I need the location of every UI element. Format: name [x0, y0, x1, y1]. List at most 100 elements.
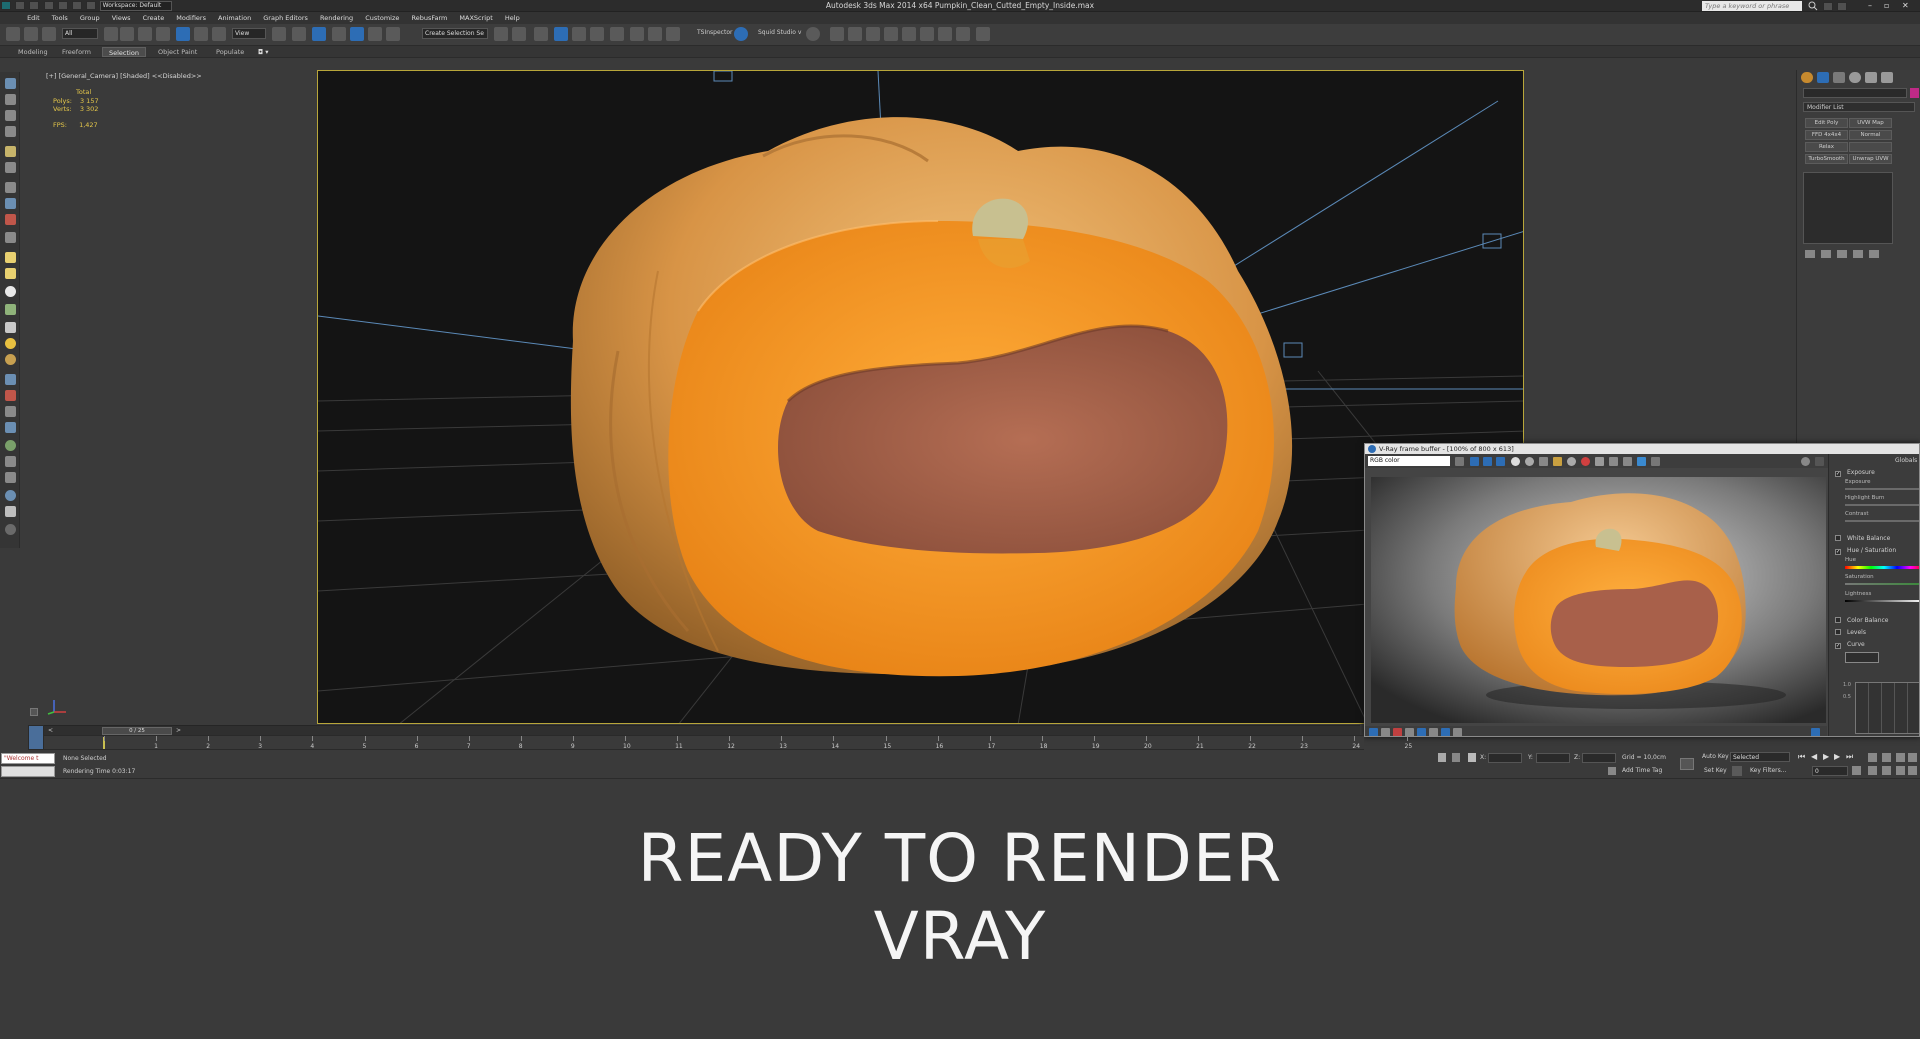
vray-light-icon[interactable] [956, 27, 970, 41]
exposure-slider[interactable] [1845, 488, 1919, 490]
y-coord-input[interactable] [1536, 753, 1570, 763]
menu-customize[interactable]: Customize [360, 12, 404, 24]
maxscript-output-field[interactable] [1, 766, 55, 777]
curve-graph[interactable] [1855, 682, 1919, 734]
align-icon[interactable] [512, 27, 526, 41]
vray-frame-buffer-window[interactable]: V-Ray frame buffer - [100% of 800 x 613]… [1364, 443, 1920, 737]
transform-type-in-icon[interactable] [1468, 753, 1476, 762]
mini-curve-editor-toggle[interactable] [28, 725, 44, 750]
mirror-icon[interactable] [494, 27, 508, 41]
vfb-bottom-icon-7[interactable] [1441, 728, 1450, 736]
select-rotate-icon[interactable] [194, 27, 208, 41]
vray-vfb-icon[interactable] [884, 27, 898, 41]
hue-slider[interactable] [1845, 566, 1919, 569]
create-tab-icon[interactable] [1801, 72, 1813, 83]
vfb-link-icon[interactable] [1623, 457, 1632, 466]
vray-fur-icon[interactable] [938, 27, 952, 41]
selection-lock-icon[interactable] [1438, 753, 1446, 762]
time-slider[interactable]: < 0 / 25 > [44, 725, 1360, 735]
show-end-result-icon[interactable] [1821, 250, 1831, 258]
keyboard-shortcut-icon[interactable] [312, 27, 326, 41]
x-coord-input[interactable] [1488, 753, 1522, 763]
menu-tools[interactable]: Tools [47, 12, 73, 24]
menu-graph-editors[interactable]: Graph Editors [258, 12, 313, 24]
cc-color-balance[interactable]: Color Balance [1835, 616, 1889, 625]
link-icon[interactable] [6, 27, 20, 41]
maxscript-listener-input[interactable]: "Welcome t [1, 753, 55, 764]
lock-icon[interactable] [5, 354, 16, 365]
squid-studio-label[interactable]: Squid Studio v [758, 29, 801, 36]
vfb-bottom-icon-3[interactable] [1393, 728, 1402, 736]
auto-key-button[interactable]: Auto Key [1702, 753, 1729, 760]
zoom-all-icon[interactable] [1882, 753, 1891, 762]
modifier-edit-poly-button[interactable]: Edit Poly [1805, 118, 1848, 128]
light-list-icon[interactable] [5, 338, 16, 349]
dependencies-icon[interactable] [5, 390, 16, 401]
select-object-icon[interactable] [104, 27, 118, 41]
time-next-icon[interactable]: > [176, 727, 181, 734]
cc-levels-checkbox[interactable] [1835, 629, 1841, 635]
vfb-red-channel-icon[interactable] [1470, 457, 1479, 466]
vray-proxy-icon[interactable] [920, 27, 934, 41]
track-bar[interactable]: 1 2 3 4 5 6 7 8 9 10 11 12 13 14 15 16 17 18 19 20 21 22 23 24 2… [44, 735, 1412, 750]
modifier-empty-button[interactable] [1849, 142, 1892, 152]
time-prev-icon[interactable]: < [48, 727, 53, 734]
menu-views[interactable]: Views [107, 12, 136, 24]
zoom-extents-all-icon[interactable] [1908, 753, 1917, 762]
teapot-icon[interactable] [830, 27, 844, 41]
modifier-ffd-button[interactable]: FFD 4x4x4 [1805, 130, 1848, 140]
set-key-icon[interactable] [1732, 766, 1742, 776]
cc-white-balance-checkbox[interactable] [1835, 535, 1841, 541]
vfb-bottom-icon-1[interactable] [1369, 728, 1378, 736]
camera-safe-frame[interactable] [317, 70, 1524, 724]
viewport-play-icon[interactable] [30, 708, 38, 716]
modifier-list-dropdown[interactable]: Modifier List [1803, 102, 1915, 112]
select-by-name-icon[interactable] [120, 27, 134, 41]
named-selection-dropdown[interactable]: Create Selection Se [422, 28, 488, 39]
modifier-relax-button[interactable]: Relax [1805, 142, 1848, 152]
cc-curve[interactable]: ✓ Curve [1835, 640, 1865, 649]
tsinspector-label[interactable]: TSInspector [697, 29, 732, 36]
vray-render-icon[interactable] [848, 27, 862, 41]
help-icon[interactable] [1837, 2, 1847, 11]
filter-spacewarps-icon[interactable] [5, 198, 16, 209]
filter-shapes-icon[interactable] [5, 126, 16, 137]
maximize-viewport-icon[interactable] [1908, 766, 1917, 775]
zoom-icon[interactable] [1868, 753, 1877, 762]
current-frame-input[interactable]: 0 [1812, 766, 1848, 776]
modifier-unwrap-uvw-button[interactable]: Unwrap UVW [1849, 154, 1892, 164]
saturation-slider[interactable] [1845, 583, 1919, 585]
rebusfarm-cart-icon[interactable] [976, 27, 990, 41]
expand-icon[interactable] [5, 422, 16, 433]
vfb-color-correction-icon[interactable] [1637, 457, 1646, 466]
vfb-history-icon[interactable] [1651, 457, 1660, 466]
vfb-alpha-channel-icon[interactable] [1511, 457, 1520, 466]
freeze-icon[interactable] [5, 322, 16, 333]
object-color-swatch[interactable] [1910, 88, 1919, 98]
z-coord-input[interactable] [1582, 753, 1616, 763]
ts-inspector-icon[interactable] [734, 27, 748, 41]
pivot-center-icon[interactable] [272, 27, 286, 41]
modifier-turbosmooth-button[interactable]: TurboSmooth [1805, 154, 1848, 164]
vfb-render-icon[interactable] [1581, 457, 1590, 466]
options-icon[interactable] [5, 472, 16, 483]
filter-helpers-icon[interactable] [5, 182, 16, 193]
configure-sets-icon[interactable] [1869, 250, 1879, 258]
filter-cameras-icon[interactable] [5, 162, 16, 173]
modifier-uvw-map-button[interactable]: UVW Map [1849, 118, 1892, 128]
menu-rendering[interactable]: Rendering [315, 12, 358, 24]
orbit-icon[interactable] [1896, 766, 1905, 775]
render-production-icon[interactable] [666, 27, 680, 41]
bind-space-warp-icon[interactable] [42, 27, 56, 41]
vfb-blue-channel-icon[interactable] [1496, 457, 1505, 466]
time-configuration-icon[interactable] [1852, 766, 1861, 775]
maximize-icon[interactable]: ▫ [1884, 0, 1889, 12]
play-icon[interactable]: ▶ [1823, 752, 1829, 761]
angle-snap-icon[interactable] [350, 27, 364, 41]
field-of-view-icon[interactable] [1868, 766, 1877, 775]
select-children-icon[interactable] [5, 406, 16, 417]
key-mode-icon[interactable] [1680, 758, 1694, 770]
object-name-field[interactable] [1803, 88, 1907, 98]
cc-curve-checkbox[interactable]: ✓ [1835, 643, 1841, 649]
go-to-start-icon[interactable]: ⏮ [1798, 752, 1805, 762]
